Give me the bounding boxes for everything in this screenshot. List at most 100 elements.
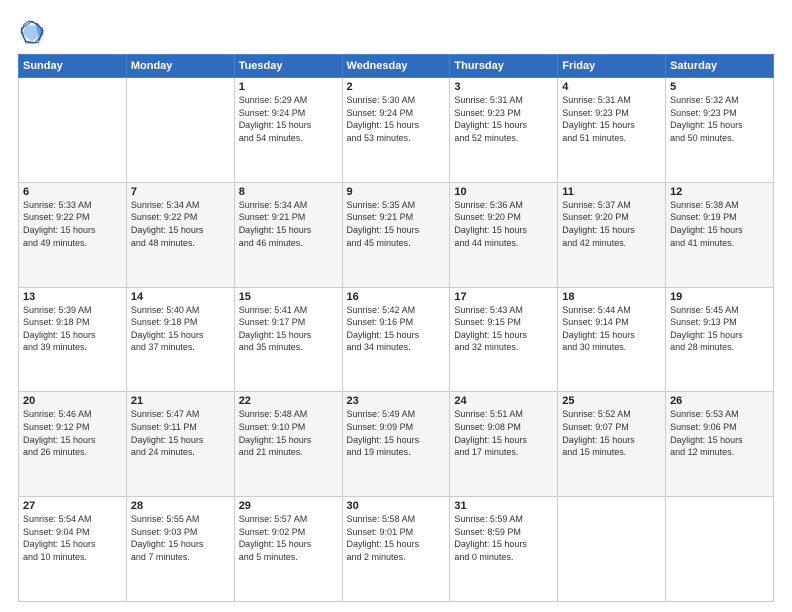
day-cell: 29Sunrise: 5:57 AM Sunset: 9:02 PM Dayli… [234, 497, 342, 602]
day-info: Sunrise: 5:57 AM Sunset: 9:02 PM Dayligh… [239, 513, 338, 563]
day-number: 12 [670, 186, 769, 198]
day-info: Sunrise: 5:34 AM Sunset: 9:22 PM Dayligh… [131, 199, 230, 249]
day-info: Sunrise: 5:29 AM Sunset: 9:24 PM Dayligh… [239, 94, 338, 144]
day-number: 31 [454, 500, 553, 512]
day-cell: 27Sunrise: 5:54 AM Sunset: 9:04 PM Dayli… [19, 497, 127, 602]
day-number: 16 [347, 291, 446, 303]
day-cell: 4Sunrise: 5:31 AM Sunset: 9:23 PM Daylig… [558, 78, 666, 183]
day-info: Sunrise: 5:31 AM Sunset: 9:23 PM Dayligh… [454, 94, 553, 144]
day-cell [19, 78, 127, 183]
day-info: Sunrise: 5:47 AM Sunset: 9:11 PM Dayligh… [131, 408, 230, 458]
col-header-sunday: Sunday [19, 55, 127, 78]
day-number: 22 [239, 395, 338, 407]
day-info: Sunrise: 5:32 AM Sunset: 9:23 PM Dayligh… [670, 94, 769, 144]
col-header-wednesday: Wednesday [342, 55, 450, 78]
day-number: 20 [23, 395, 122, 407]
day-number: 9 [347, 186, 446, 198]
day-cell: 17Sunrise: 5:43 AM Sunset: 9:15 PM Dayli… [450, 287, 558, 392]
day-cell: 20Sunrise: 5:46 AM Sunset: 9:12 PM Dayli… [19, 392, 127, 497]
day-number: 25 [562, 395, 661, 407]
day-cell: 31Sunrise: 5:59 AM Sunset: 8:59 PM Dayli… [450, 497, 558, 602]
day-number: 7 [131, 186, 230, 198]
day-number: 30 [347, 500, 446, 512]
day-cell: 23Sunrise: 5:49 AM Sunset: 9:09 PM Dayli… [342, 392, 450, 497]
day-cell: 3Sunrise: 5:31 AM Sunset: 9:23 PM Daylig… [450, 78, 558, 183]
day-cell: 1Sunrise: 5:29 AM Sunset: 9:24 PM Daylig… [234, 78, 342, 183]
day-cell: 22Sunrise: 5:48 AM Sunset: 9:10 PM Dayli… [234, 392, 342, 497]
day-cell: 5Sunrise: 5:32 AM Sunset: 9:23 PM Daylig… [666, 78, 774, 183]
day-info: Sunrise: 5:41 AM Sunset: 9:17 PM Dayligh… [239, 304, 338, 354]
day-cell: 8Sunrise: 5:34 AM Sunset: 9:21 PM Daylig… [234, 182, 342, 287]
week-row-3: 13Sunrise: 5:39 AM Sunset: 9:18 PM Dayli… [19, 287, 774, 392]
calendar-table: SundayMondayTuesdayWednesdayThursdayFrid… [18, 54, 774, 602]
day-number: 5 [670, 81, 769, 93]
col-header-monday: Monday [126, 55, 234, 78]
day-cell: 7Sunrise: 5:34 AM Sunset: 9:22 PM Daylig… [126, 182, 234, 287]
day-cell [126, 78, 234, 183]
day-info: Sunrise: 5:34 AM Sunset: 9:21 PM Dayligh… [239, 199, 338, 249]
day-cell: 19Sunrise: 5:45 AM Sunset: 9:13 PM Dayli… [666, 287, 774, 392]
day-number: 6 [23, 186, 122, 198]
day-number: 13 [23, 291, 122, 303]
day-cell: 6Sunrise: 5:33 AM Sunset: 9:22 PM Daylig… [19, 182, 127, 287]
day-cell [666, 497, 774, 602]
day-info: Sunrise: 5:37 AM Sunset: 9:20 PM Dayligh… [562, 199, 661, 249]
day-number: 3 [454, 81, 553, 93]
day-cell: 12Sunrise: 5:38 AM Sunset: 9:19 PM Dayli… [666, 182, 774, 287]
day-number: 29 [239, 500, 338, 512]
day-number: 11 [562, 186, 661, 198]
day-info: Sunrise: 5:46 AM Sunset: 9:12 PM Dayligh… [23, 408, 122, 458]
day-info: Sunrise: 5:31 AM Sunset: 9:23 PM Dayligh… [562, 94, 661, 144]
day-info: Sunrise: 5:30 AM Sunset: 9:24 PM Dayligh… [347, 94, 446, 144]
day-info: Sunrise: 5:39 AM Sunset: 9:18 PM Dayligh… [23, 304, 122, 354]
day-info: Sunrise: 5:35 AM Sunset: 9:21 PM Dayligh… [347, 199, 446, 249]
day-info: Sunrise: 5:49 AM Sunset: 9:09 PM Dayligh… [347, 408, 446, 458]
day-cell: 9Sunrise: 5:35 AM Sunset: 9:21 PM Daylig… [342, 182, 450, 287]
day-number: 8 [239, 186, 338, 198]
day-number: 26 [670, 395, 769, 407]
week-row-2: 6Sunrise: 5:33 AM Sunset: 9:22 PM Daylig… [19, 182, 774, 287]
day-info: Sunrise: 5:44 AM Sunset: 9:14 PM Dayligh… [562, 304, 661, 354]
col-header-tuesday: Tuesday [234, 55, 342, 78]
day-number: 14 [131, 291, 230, 303]
day-number: 10 [454, 186, 553, 198]
col-header-saturday: Saturday [666, 55, 774, 78]
header [18, 18, 774, 46]
day-info: Sunrise: 5:54 AM Sunset: 9:04 PM Dayligh… [23, 513, 122, 563]
day-number: 1 [239, 81, 338, 93]
day-cell: 18Sunrise: 5:44 AM Sunset: 9:14 PM Dayli… [558, 287, 666, 392]
day-cell: 24Sunrise: 5:51 AM Sunset: 9:08 PM Dayli… [450, 392, 558, 497]
day-number: 17 [454, 291, 553, 303]
day-number: 4 [562, 81, 661, 93]
day-number: 21 [131, 395, 230, 407]
day-info: Sunrise: 5:48 AM Sunset: 9:10 PM Dayligh… [239, 408, 338, 458]
day-info: Sunrise: 5:36 AM Sunset: 9:20 PM Dayligh… [454, 199, 553, 249]
day-info: Sunrise: 5:42 AM Sunset: 9:16 PM Dayligh… [347, 304, 446, 354]
day-info: Sunrise: 5:59 AM Sunset: 8:59 PM Dayligh… [454, 513, 553, 563]
day-cell: 28Sunrise: 5:55 AM Sunset: 9:03 PM Dayli… [126, 497, 234, 602]
day-cell: 10Sunrise: 5:36 AM Sunset: 9:20 PM Dayli… [450, 182, 558, 287]
week-row-4: 20Sunrise: 5:46 AM Sunset: 9:12 PM Dayli… [19, 392, 774, 497]
day-info: Sunrise: 5:52 AM Sunset: 9:07 PM Dayligh… [562, 408, 661, 458]
day-cell: 16Sunrise: 5:42 AM Sunset: 9:16 PM Dayli… [342, 287, 450, 392]
logo-icon [18, 18, 46, 46]
day-info: Sunrise: 5:53 AM Sunset: 9:06 PM Dayligh… [670, 408, 769, 458]
day-cell: 13Sunrise: 5:39 AM Sunset: 9:18 PM Dayli… [19, 287, 127, 392]
day-cell: 15Sunrise: 5:41 AM Sunset: 9:17 PM Dayli… [234, 287, 342, 392]
day-number: 23 [347, 395, 446, 407]
day-cell: 2Sunrise: 5:30 AM Sunset: 9:24 PM Daylig… [342, 78, 450, 183]
day-number: 18 [562, 291, 661, 303]
day-info: Sunrise: 5:51 AM Sunset: 9:08 PM Dayligh… [454, 408, 553, 458]
day-cell: 11Sunrise: 5:37 AM Sunset: 9:20 PM Dayli… [558, 182, 666, 287]
logo [18, 18, 50, 46]
col-header-friday: Friday [558, 55, 666, 78]
day-info: Sunrise: 5:43 AM Sunset: 9:15 PM Dayligh… [454, 304, 553, 354]
day-number: 15 [239, 291, 338, 303]
week-row-1: 1Sunrise: 5:29 AM Sunset: 9:24 PM Daylig… [19, 78, 774, 183]
day-info: Sunrise: 5:58 AM Sunset: 9:01 PM Dayligh… [347, 513, 446, 563]
day-info: Sunrise: 5:45 AM Sunset: 9:13 PM Dayligh… [670, 304, 769, 354]
day-cell: 21Sunrise: 5:47 AM Sunset: 9:11 PM Dayli… [126, 392, 234, 497]
day-number: 27 [23, 500, 122, 512]
day-info: Sunrise: 5:38 AM Sunset: 9:19 PM Dayligh… [670, 199, 769, 249]
day-cell [558, 497, 666, 602]
